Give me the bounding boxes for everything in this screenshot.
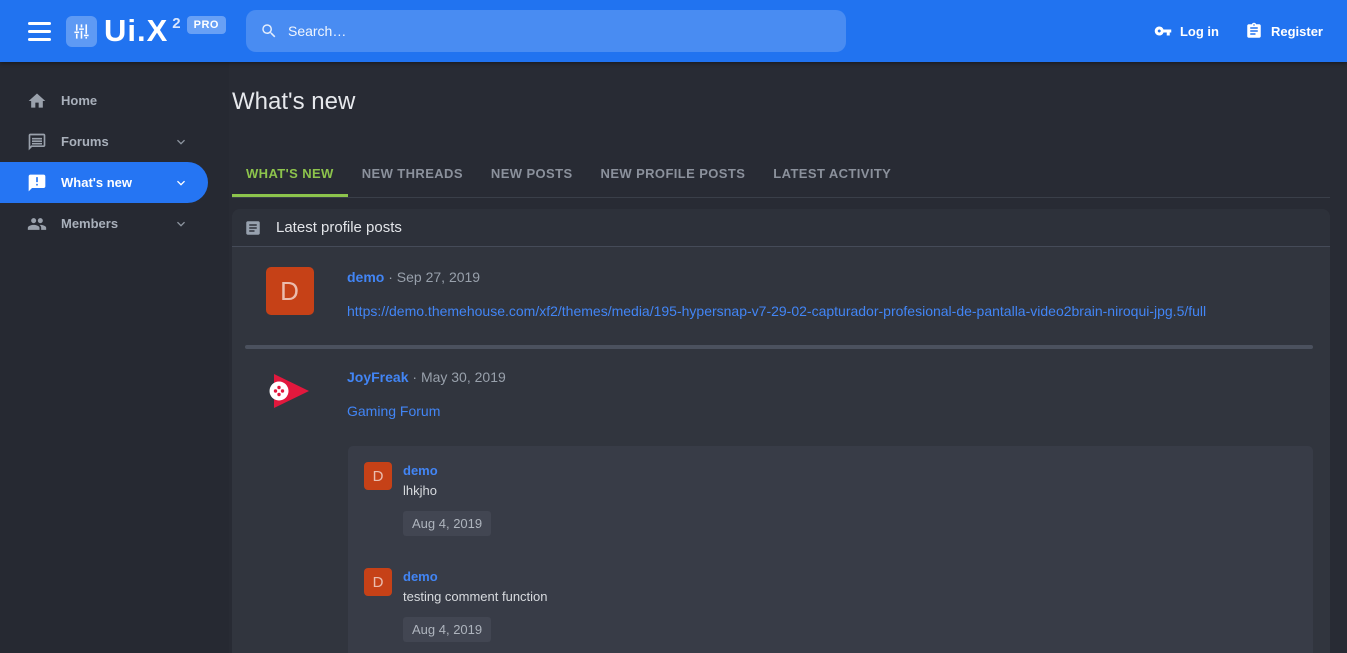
comment: D demo testing comment function Aug 4, 2… bbox=[364, 568, 1297, 642]
chevron-down-icon[interactable] bbox=[173, 134, 189, 150]
profile-post: D demo · Sep 27, 2019 https://demo.theme… bbox=[232, 247, 1330, 319]
tab-latest-activity[interactable]: LATEST ACTIVITY bbox=[759, 160, 905, 197]
sidebar-item-home[interactable]: Home bbox=[0, 80, 208, 121]
tab-bar: WHAT'S NEW NEW THREADS NEW POSTS NEW PRO… bbox=[232, 160, 1330, 198]
article-icon bbox=[244, 219, 262, 237]
logo-pro-badge: PRO bbox=[187, 16, 226, 34]
sidebar-item-forums[interactable]: Forums bbox=[0, 121, 208, 162]
post-meta: demo · Sep 27, 2019 bbox=[347, 267, 1313, 286]
search-input[interactable] bbox=[288, 23, 832, 39]
tab-new-threads[interactable]: NEW THREADS bbox=[348, 160, 477, 197]
menu-icon[interactable] bbox=[28, 22, 51, 41]
post-meta: JoyFreak · May 30, 2019 bbox=[347, 367, 1313, 386]
sliders-icon bbox=[66, 16, 97, 47]
tab-new-posts[interactable]: NEW POSTS bbox=[477, 160, 587, 197]
post-date: May 30, 2019 bbox=[421, 369, 506, 385]
meta-separator: · bbox=[412, 369, 417, 385]
key-icon bbox=[1154, 22, 1172, 40]
register-button[interactable]: Register bbox=[1245, 22, 1323, 40]
latest-profile-posts-block: Latest profile posts D demo · Sep 27, 20… bbox=[232, 209, 1330, 653]
page-title: What's new bbox=[232, 88, 1330, 116]
logo-text: Ui.X bbox=[104, 14, 168, 48]
author-link[interactable]: demo bbox=[347, 269, 384, 285]
forums-icon bbox=[27, 132, 47, 152]
login-label: Log in bbox=[1180, 24, 1219, 39]
avatar[interactable]: D bbox=[364, 462, 392, 490]
comment-text: testing comment function bbox=[403, 589, 548, 604]
home-icon bbox=[27, 91, 47, 111]
tab-whats-new[interactable]: WHAT'S NEW bbox=[232, 160, 348, 197]
comments-panel: D demo lhkjho Aug 4, 2019 D demo testing… bbox=[348, 446, 1313, 653]
chevron-down-icon[interactable] bbox=[173, 216, 189, 232]
sidebar: Home Forums What's new Members bbox=[0, 62, 229, 653]
tab-new-profile-posts[interactable]: NEW PROFILE POSTS bbox=[587, 160, 760, 197]
register-label: Register bbox=[1271, 24, 1323, 39]
app-header: Ui.X 2 PRO Log in Register bbox=[0, 0, 1347, 62]
post-date: Sep 27, 2019 bbox=[397, 269, 480, 285]
avatar[interactable]: D bbox=[266, 267, 314, 315]
sidebar-item-label: What's new bbox=[61, 175, 132, 190]
sidebar-item-members[interactable]: Members bbox=[0, 203, 208, 244]
whats-new-icon bbox=[27, 173, 47, 193]
site-logo[interactable]: Ui.X 2 PRO bbox=[66, 14, 226, 48]
post-body-link[interactable]: https://demo.themehouse.com/xf2/themes/m… bbox=[347, 303, 1206, 319]
logo-version: 2 bbox=[172, 15, 180, 32]
author-link[interactable]: demo bbox=[403, 569, 438, 584]
login-button[interactable]: Log in bbox=[1154, 22, 1219, 40]
joyfreak-avatar[interactable] bbox=[266, 367, 314, 415]
profile-post: JoyFreak · May 30, 2019 Gaming Forum bbox=[232, 349, 1330, 419]
post-body-link[interactable]: Gaming Forum bbox=[347, 403, 440, 419]
search-icon bbox=[260, 22, 278, 40]
author-link[interactable]: demo bbox=[403, 463, 438, 478]
block-title: Latest profile posts bbox=[276, 219, 402, 236]
chevron-down-icon[interactable] bbox=[173, 175, 189, 191]
comment-date-chip[interactable]: Aug 4, 2019 bbox=[403, 617, 491, 642]
main-content: What's new WHAT'S NEW NEW THREADS NEW PO… bbox=[229, 62, 1347, 653]
comment: D demo lhkjho Aug 4, 2019 bbox=[364, 462, 1297, 536]
author-link[interactable]: JoyFreak bbox=[347, 369, 408, 385]
block-header: Latest profile posts bbox=[232, 209, 1330, 247]
meta-separator: · bbox=[388, 269, 393, 285]
avatar[interactable]: D bbox=[364, 568, 392, 596]
sidebar-item-label: Home bbox=[61, 93, 97, 108]
search-bar[interactable] bbox=[246, 10, 846, 52]
sidebar-item-label: Members bbox=[61, 216, 118, 231]
comment-date-chip[interactable]: Aug 4, 2019 bbox=[403, 511, 491, 536]
sidebar-item-whats-new[interactable]: What's new bbox=[0, 162, 208, 203]
comment-text: lhkjho bbox=[403, 483, 491, 498]
members-icon bbox=[27, 214, 47, 234]
clipboard-icon bbox=[1245, 22, 1263, 40]
sidebar-item-label: Forums bbox=[61, 134, 109, 149]
